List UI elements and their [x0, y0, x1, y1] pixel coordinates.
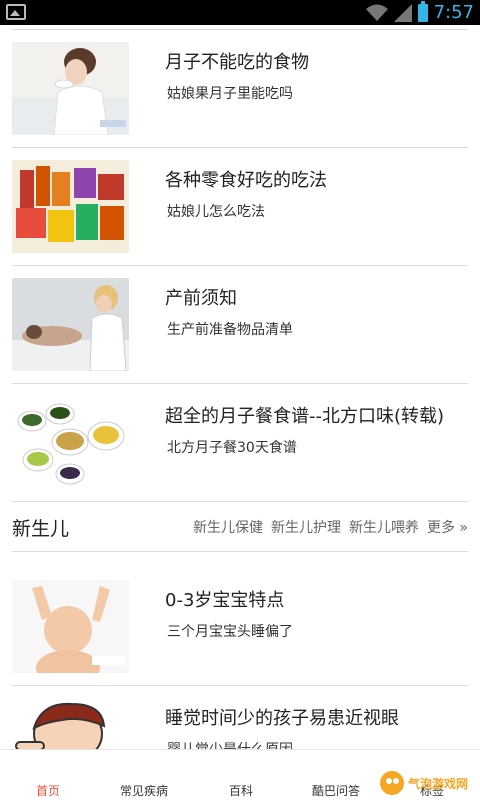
article-subtitle: 姑娘果月子里能吃吗 — [167, 86, 293, 102]
article-item[interactable]: 产前须知 生产前准备物品清单 — [12, 266, 468, 384]
article-title: 0-3岁宝宝特点 — [165, 590, 285, 611]
article-title: 月子不能吃的食物 — [165, 52, 309, 73]
article-subtitle: 姑娘儿怎么吃法 — [167, 204, 265, 220]
article-subtitle: 生产前准备物品清单 — [167, 322, 293, 338]
soup-bowls-photo — [12, 396, 129, 489]
article-item[interactable]: 月子不能吃的食物 姑娘果月子里能吃吗 — [12, 30, 468, 148]
article-title: 睡觉时间少的孩子易患近视眼 — [165, 708, 399, 729]
article-item[interactable]: 睡觉时间少的孩子易患近视眼 婴儿觉少是什么原因 — [12, 686, 468, 749]
content-scroll[interactable]: 月子不能吃的食物 姑娘果月子里能吃吗 各种零食好吃的吃法 姑娘儿怎么吃法 产前须… — [0, 25, 480, 749]
watermark-logo: 气泡游戏网 — [378, 768, 474, 798]
signal-icon — [393, 3, 412, 22]
status-bar: 7:57 — [0, 0, 480, 25]
nav-home[interactable]: 首页 — [36, 782, 60, 799]
more-link[interactable]: 更多 » — [427, 517, 468, 537]
bottom-nav: 首页 常见疾病 百科 酷巴问答 标签 气泡游戏网 — [0, 749, 480, 800]
article-title: 产前须知 — [165, 288, 237, 309]
nav-common-diseases[interactable]: 常见疾病 — [120, 782, 168, 799]
section-title: 新生儿 — [12, 518, 70, 540]
section-tags: 新生儿保健 新生儿护理 新生儿喂养 更多 » — [193, 517, 468, 537]
baby-photo — [12, 580, 129, 673]
article-item[interactable]: 各种零食好吃的吃法 姑娘儿怎么吃法 — [12, 148, 468, 266]
article-subtitle: 三个月宝宝头睡偏了 — [167, 624, 293, 640]
article-item[interactable]: 超全的月子餐食谱--北方口味(转载) 北方月子餐30天食谱 — [12, 384, 468, 502]
article-title: 各种零食好吃的吃法 — [165, 170, 327, 191]
article-subtitle: 北方月子餐30天食谱 — [167, 440, 297, 456]
article-title: 超全的月子餐食谱--北方口味(转载) — [165, 406, 445, 427]
tag-newborn-care[interactable]: 新生儿护理 — [271, 517, 341, 537]
prenatal-exam-photo — [12, 278, 129, 371]
battery-icon — [417, 0, 428, 22]
watermark-text: 气泡游戏网 — [407, 776, 468, 791]
nav-encyclopedia[interactable]: 百科 — [229, 782, 253, 799]
section-header-newborn: 新生儿 新生儿保健 新生儿护理 新生儿喂养 更多 » — [12, 502, 468, 552]
nav-qa[interactable]: 酷巴问答 — [312, 782, 360, 799]
gallery-notification-icon — [6, 4, 26, 20]
cartoon-boy-illustration — [12, 698, 129, 749]
clock: 7:57 — [433, 2, 474, 23]
snacks-photo — [12, 160, 129, 253]
tag-newborn-health[interactable]: 新生儿保健 — [193, 517, 263, 537]
tag-newborn-feeding[interactable]: 新生儿喂养 — [349, 517, 419, 537]
wifi-icon — [365, 4, 388, 21]
mother-eating-photo — [12, 42, 129, 135]
article-subtitle: 婴儿觉少是什么原因 — [167, 739, 293, 749]
article-item[interactable]: 0-3岁宝宝特点 三个月宝宝头睡偏了 — [12, 568, 468, 686]
